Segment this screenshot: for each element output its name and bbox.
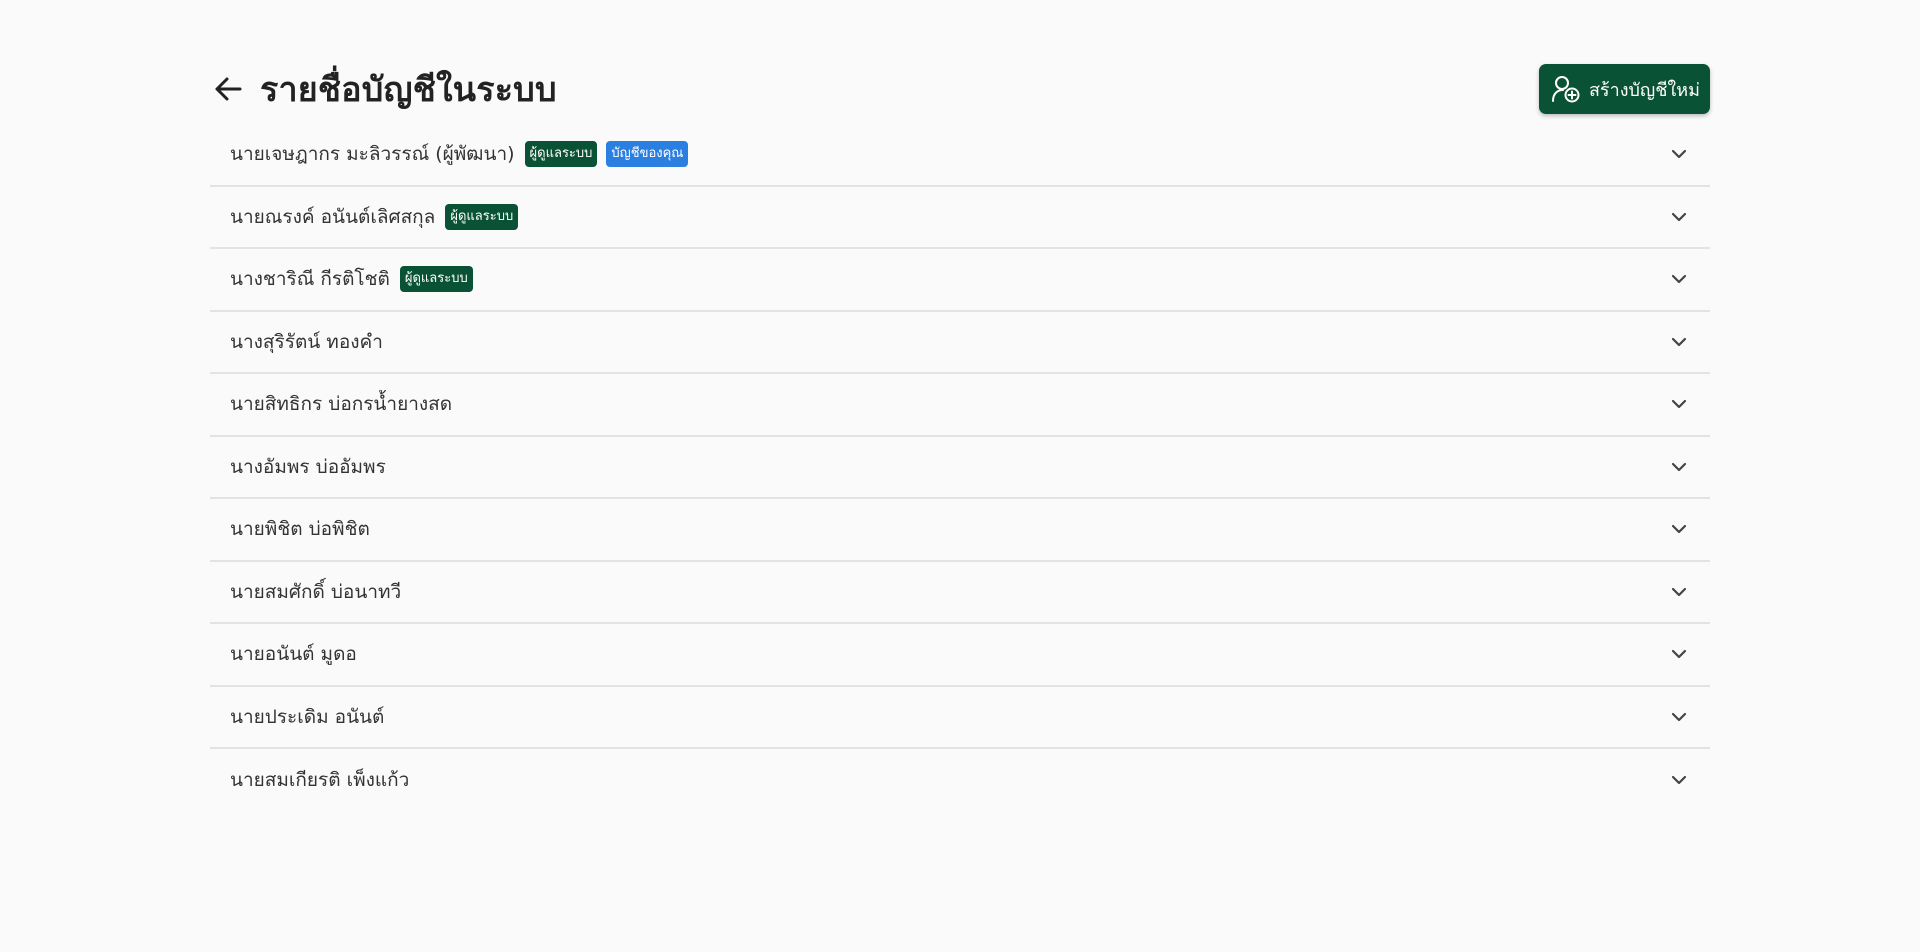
account-row-left: นายพิชิต บ่อพิชิต — [230, 514, 370, 544]
arrow-left-icon — [215, 77, 242, 101]
account-name: นางชาริณี กีรติโชติ — [230, 268, 390, 291]
account-name: นายเจษฎากร มะลิวรรณ์ (ผู้พัฒนา) — [230, 143, 515, 166]
create-account-label: สร้างบัญชีใหม่ — [1588, 79, 1700, 101]
account-row-left: นายณรงค์ อนันต์เลิศสกุล ผู้ดูแลระบบ — [230, 202, 519, 232]
chevron-down-icon[interactable] — [1668, 643, 1690, 665]
account-row[interactable]: นางสุริรัตน์ ทองคำ — [210, 312, 1710, 374]
account-name: นายณรงค์ อนันต์เลิศสกุล — [230, 205, 436, 228]
account-name: นายอนันต์ มูดอ — [230, 643, 357, 666]
account-row-left: นายสมเกียรติ เพ็งแก้ว — [230, 765, 409, 795]
account-row[interactable]: นายสมเกียรติ เพ็งแก้ว — [210, 749, 1710, 812]
chevron-down-icon[interactable] — [1668, 518, 1690, 540]
account-row[interactable]: นายพิชิต บ่อพิชิต — [210, 499, 1710, 562]
account-row[interactable]: นายสิทธิกร บ่อกรน้ำยางสด — [210, 374, 1710, 437]
account-row[interactable]: นายสมศักดิ์ บ่อนาทวี — [210, 562, 1710, 624]
account-row[interactable]: นางชาริณี กีรติโชติ ผู้ดูแลระบบ — [210, 249, 1710, 312]
create-account-button[interactable]: สร้างบัญชีใหม่ — [1538, 64, 1710, 114]
account-name: นายประเดิม อนันต์ — [230, 705, 385, 728]
account-name: นางสุริรัตน์ ทองคำ — [230, 330, 383, 353]
chevron-down-icon[interactable] — [1668, 706, 1690, 728]
page-header: รายชื่อบัญชีในระบบ สร้างบัญชีใหม่ — [210, 64, 1710, 114]
user-add-icon — [1551, 74, 1581, 104]
chevron-down-icon[interactable] — [1668, 581, 1690, 603]
header-left: รายชื่อบัญชีในระบบ — [210, 62, 557, 116]
back-button[interactable] — [210, 71, 246, 107]
account-name: นายพิชิต บ่อพิชิต — [230, 518, 370, 541]
admin-badge: ผู้ดูแลระบบ — [399, 266, 473, 293]
account-row[interactable]: นายณรงค์ อนันต์เลิศสกุล ผู้ดูแลระบบ — [210, 187, 1710, 249]
account-row-left: นายเจษฎากร มะลิวรรณ์ (ผู้พัฒนา) ผู้ดูแลร… — [230, 139, 689, 169]
chevron-down-icon[interactable] — [1668, 206, 1690, 228]
account-row-left: นายประเดิม อนันต์ — [230, 702, 384, 732]
account-row-left: นางอัมพร บ่ออัมพร — [230, 452, 386, 482]
account-row-left: นางสุริรัตน์ ทองคำ — [230, 327, 383, 357]
your-account-badge: บัญชีของคุณ — [606, 141, 689, 168]
admin-badge: ผู้ดูแลระบบ — [524, 141, 598, 168]
chevron-down-icon[interactable] — [1668, 143, 1690, 165]
account-name: นางอัมพร บ่ออัมพร — [230, 455, 386, 478]
page-title: รายชื่อบัญชีในระบบ — [260, 70, 557, 110]
page: รายชื่อบัญชีในระบบ สร้างบัญชีใหม่ นายเจษ… — [210, 64, 1710, 812]
chevron-down-icon[interactable] — [1668, 268, 1690, 290]
admin-badge: ผู้ดูแลระบบ — [445, 203, 519, 230]
account-name: นายสิทธิกร บ่อกรน้ำยางสด — [230, 393, 453, 416]
chevron-down-icon[interactable] — [1668, 331, 1690, 353]
account-row[interactable]: นายอนันต์ มูดอ — [210, 624, 1710, 687]
account-row-left: นายอนันต์ มูดอ — [230, 639, 357, 669]
account-row[interactable]: นายเจษฎากร มะลิวรรณ์ (ผู้พัฒนา) ผู้ดูแลร… — [210, 124, 1710, 187]
account-row[interactable]: นายประเดิม อนันต์ — [210, 687, 1710, 749]
account-list: นายเจษฎากร มะลิวรรณ์ (ผู้พัฒนา) ผู้ดูแลร… — [210, 124, 1710, 812]
chevron-down-icon[interactable] — [1668, 456, 1690, 478]
account-name: นายสมศักดิ์ บ่อนาทวี — [230, 580, 402, 603]
account-row-left: นางชาริณี กีรติโชติ ผู้ดูแลระบบ — [230, 264, 473, 294]
chevron-down-icon[interactable] — [1668, 393, 1690, 415]
account-row[interactable]: นางอัมพร บ่ออัมพร — [210, 437, 1710, 499]
chevron-down-icon[interactable] — [1668, 769, 1690, 791]
account-row-left: นายสมศักดิ์ บ่อนาทวี — [230, 577, 401, 607]
account-row-left: นายสิทธิกร บ่อกรน้ำยางสด — [230, 389, 452, 419]
account-name: นายสมเกียรติ เพ็งแก้ว — [230, 769, 410, 792]
